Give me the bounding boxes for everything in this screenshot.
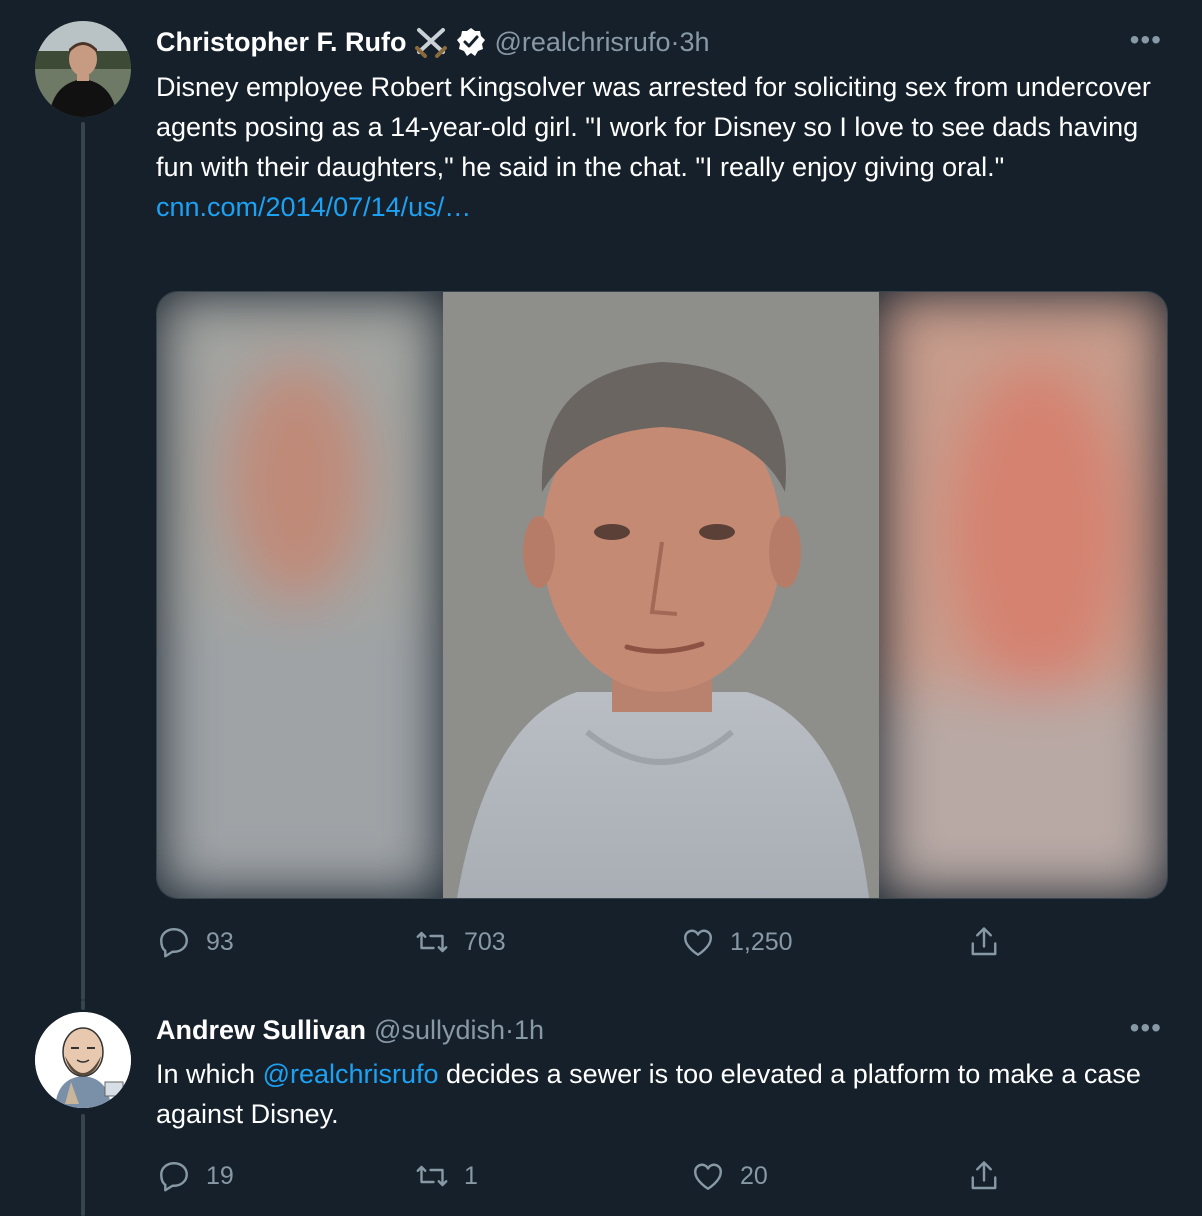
avatar-rufo[interactable] (35, 21, 131, 117)
tweet-text-start: In which (156, 1059, 263, 1089)
reply-count: 93 (206, 927, 234, 956)
tweet-link[interactable]: cnn.com/2014/07/14/us/… (156, 192, 471, 222)
avatar-sullivan[interactable] (35, 1012, 131, 1108)
mention-link[interactable]: @realchrisrufo (263, 1059, 439, 1089)
tweet-text: Disney employee Robert Kingsolver was ar… (156, 67, 1161, 227)
reply-count: 19 (206, 1161, 234, 1190)
thread-line (81, 122, 85, 1000)
share-button[interactable] (966, 924, 1002, 960)
share-button[interactable] (966, 1158, 1002, 1194)
like-button[interactable]: 1,250 (680, 924, 793, 960)
reply-button[interactable]: 93 (156, 924, 234, 960)
heart-icon (690, 1158, 726, 1194)
retweet-count: 1 (464, 1161, 478, 1190)
heart-icon (680, 924, 716, 960)
author-handle[interactable]: @sullydish (374, 1015, 505, 1046)
retweet-icon (414, 924, 450, 960)
thread-line-top (81, 1000, 85, 1010)
separator-dot: · (505, 1014, 514, 1045)
timestamp[interactable]: 3h (679, 27, 709, 58)
tweet-header: Christopher F. Rufo @realchrisrufo · 3h (156, 22, 710, 62)
retweet-button[interactable]: 1 (414, 1158, 478, 1194)
tweet-media-photo[interactable] (156, 291, 1168, 899)
tweet-rufo[interactable]: Christopher F. Rufo @realchrisrufo · 3h … (0, 0, 1202, 1000)
share-icon (966, 1158, 1002, 1194)
share-icon (966, 924, 1002, 960)
reply-icon (156, 924, 192, 960)
like-count: 1,250 (730, 927, 793, 956)
tweet-text-body: Disney employee Robert Kingsolver was ar… (156, 72, 1151, 182)
separator-dot: · (670, 26, 680, 57)
retweet-button[interactable]: 703 (414, 924, 506, 960)
reply-icon (156, 1158, 192, 1194)
tweet-sullivan[interactable]: Andrew Sullivan @sullydish · 1h ••• In w… (0, 1000, 1202, 1216)
more-options-icon[interactable]: ••• (1130, 24, 1162, 56)
tweet-actions: 19 1 20 (156, 1158, 1056, 1198)
thread-line-bottom (81, 1114, 85, 1216)
verified-badge-icon (455, 26, 487, 58)
timestamp[interactable]: 1h (514, 1015, 544, 1046)
tweet-header: Andrew Sullivan @sullydish · 1h (156, 1010, 544, 1050)
tweet-text: In which @realchrisrufo decides a sewer … (156, 1054, 1161, 1134)
crossed-swords-icon (413, 26, 449, 58)
author-name[interactable]: Christopher F. Rufo (156, 27, 407, 58)
like-count: 20 (740, 1161, 768, 1190)
author-name[interactable]: Andrew Sullivan (156, 1015, 366, 1046)
tweet-actions: 93 703 1,250 (156, 924, 1056, 964)
more-options-icon[interactable]: ••• (1130, 1012, 1162, 1044)
reply-button[interactable]: 19 (156, 1158, 234, 1194)
retweet-icon (414, 1158, 450, 1194)
retweet-count: 703 (464, 927, 506, 956)
author-handle[interactable]: @realchrisrufo (495, 27, 671, 58)
like-button[interactable]: 20 (690, 1158, 768, 1194)
